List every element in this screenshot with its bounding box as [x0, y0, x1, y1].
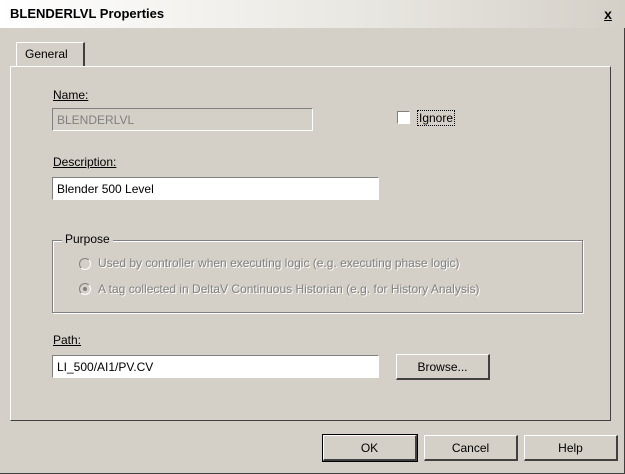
path-field[interactable]	[52, 355, 379, 378]
ignore-checkbox[interactable]	[397, 111, 410, 124]
radio-used-by-controller[interactable]	[79, 258, 91, 270]
description-label-text: Description:	[53, 155, 117, 169]
name-label: Name:	[53, 88, 88, 102]
description-label: Description:	[53, 155, 116, 169]
ignore-label[interactable]: Ignore	[417, 110, 456, 126]
tab-general[interactable]: General	[16, 42, 85, 66]
properties-dialog: BLENDERLVL Properties x General Name: Ig…	[0, 0, 625, 474]
radio-historian-tag[interactable]	[79, 283, 91, 295]
radio-historian-tag-label[interactable]: A tag collected in DeltaV Continuous His…	[98, 282, 480, 296]
purpose-groupbox	[52, 240, 583, 313]
help-button[interactable]: Help	[524, 435, 618, 461]
title-bar: BLENDERLVL Properties x	[0, 0, 625, 28]
tab-general-label: General	[25, 47, 68, 61]
cancel-button[interactable]: Cancel	[424, 435, 518, 461]
ok-button[interactable]: OK	[322, 434, 418, 462]
window-title: BLENDERLVL Properties	[10, 6, 165, 21]
purpose-legend: Purpose	[62, 232, 113, 246]
close-icon[interactable]: x	[600, 6, 616, 22]
description-field[interactable]	[52, 177, 379, 200]
name-field	[52, 108, 313, 131]
browse-button[interactable]: Browse...	[396, 354, 490, 380]
radio-used-by-controller-label[interactable]: Used by controller when executing logic …	[98, 256, 460, 270]
path-label: Path:	[53, 333, 81, 347]
name-label-text: Name:	[53, 88, 89, 102]
path-label-text: Path:	[53, 333, 82, 347]
